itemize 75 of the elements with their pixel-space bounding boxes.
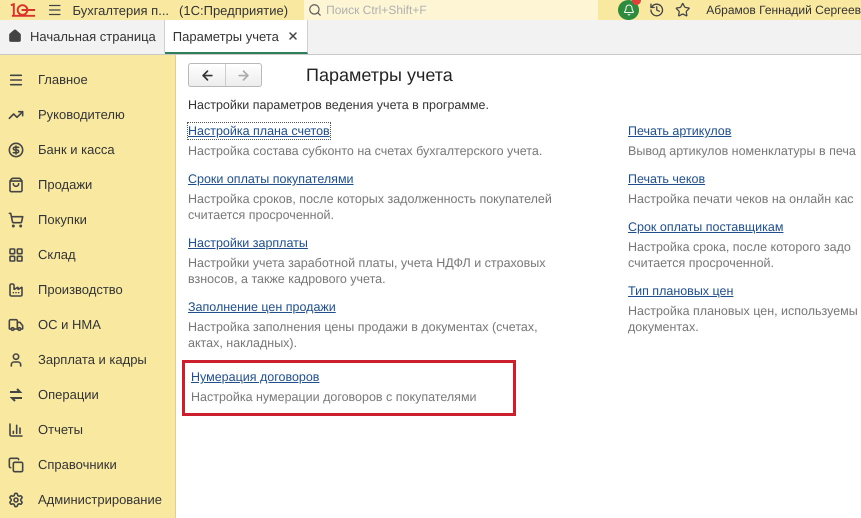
setting-description: Настройка срока, после которого задо считается просроченной.: [628, 239, 851, 271]
logo-icon: [8, 2, 37, 18]
setting-description: Вывод артикулов номенклатуры в печа: [628, 143, 856, 159]
setting-description: Настройка состава субконто на счетах бухгалтерского учета.: [188, 143, 542, 159]
stack-icon: [8, 456, 24, 472]
sidebar-item[interactable]: Справочники: [0, 447, 175, 482]
setting-link[interactable]: Нумерация договоров: [191, 369, 320, 385]
setting-description: Настройка сроков, после которых задолженность покупателей считается просроченной.: [188, 191, 552, 223]
setting-description: Настройка печати чеков на онлайн кас: [628, 191, 854, 207]
menu-icon: [8, 72, 24, 88]
sidebar-label: Продажи: [38, 177, 92, 192]
person-icon: [8, 352, 24, 368]
bar-chart-icon: [8, 422, 24, 438]
sidebar-label: Руководителю: [38, 107, 125, 122]
history-icon[interactable]: [649, 2, 665, 18]
sidebar-label: Покупки: [38, 212, 87, 227]
tab-label: Параметры учета: [172, 28, 279, 44]
sidebar-label: Банк и касса: [38, 142, 115, 157]
setting-link[interactable]: Настройка плана счетов: [188, 123, 330, 139]
tab[interactable]: Параметры учета: [164, 20, 308, 54]
tab[interactable]: Начальная страница: [0, 20, 165, 54]
setting-link[interactable]: Заполнение цен продажи: [188, 299, 336, 315]
sidebar-item[interactable]: Покупки: [0, 202, 175, 237]
grid-icon: [8, 246, 24, 262]
cart-icon: [8, 212, 24, 228]
star-icon[interactable]: [674, 2, 690, 18]
app-title: Бухгалтерия п...: [72, 2, 170, 18]
setting-link[interactable]: Срок оплаты поставщикам: [628, 219, 784, 235]
user-name[interactable]: Абрамов Геннадий Сергеев: [706, 3, 861, 17]
sidebar-label: ОС и НМА: [38, 317, 101, 332]
sidebar-item[interactable]: Зарплата и кадры: [0, 342, 175, 377]
home-icon: [8, 29, 22, 43]
search-icon: [308, 3, 322, 17]
sidebar-label: Отчеты: [38, 422, 83, 437]
sidebar-item[interactable]: Отчеты: [0, 412, 175, 447]
sidebar-item[interactable]: Руководителю: [0, 97, 175, 132]
setting-description: Настройки учета заработной платы, учета НДФЛ и страховых взносов, а также кадрового учета.: [188, 255, 546, 287]
sidebar-label: Главное: [38, 72, 88, 87]
sidebar-item[interactable]: Главное: [0, 62, 175, 97]
sidebar-item[interactable]: Производство: [0, 272, 175, 307]
tab-label: Начальная страница: [30, 28, 156, 44]
sidebar-label: Справочники: [38, 457, 117, 472]
sidebar-item[interactable]: ОС и НМА: [0, 307, 175, 342]
sidebar-item[interactable]: Склад: [0, 237, 175, 272]
coin-icon: [8, 142, 24, 158]
sidebar-label: Производство: [38, 282, 123, 297]
page-description: Настройки параметров ведения учета в программе.: [188, 98, 490, 112]
bell-icon[interactable]: [618, 0, 640, 20]
setting-link[interactable]: Настройки зарплаты: [188, 235, 308, 251]
sidebar-label: Зарплата и кадры: [38, 352, 147, 367]
menu-icon[interactable]: [47, 2, 62, 18]
search-field[interactable]: Поиск Ctrl+Shift+F: [304, 0, 598, 20]
transfer-icon: [8, 386, 24, 402]
truck-icon: [8, 316, 24, 332]
settings-icon: [8, 492, 24, 508]
setting-link[interactable]: Печать артикулов: [628, 123, 732, 139]
sidebar-label: Администрирование: [38, 492, 162, 507]
right-arrow-icon: [236, 68, 251, 82]
sidebar-label: Склад: [38, 247, 76, 262]
app-subtitle: (1С:Предприятие): [179, 2, 288, 18]
setting-link[interactable]: Печать чеков: [628, 171, 706, 187]
setting-link[interactable]: Тип плановых цен: [628, 283, 734, 299]
setting-link[interactable]: Сроки оплаты покупателями: [188, 171, 354, 187]
sidebar-label: Операции: [38, 387, 99, 402]
sidebar-item[interactable]: Банк и касса: [0, 132, 175, 167]
close-icon[interactable]: [286, 30, 299, 42]
sidebar-item[interactable]: Администрирование: [0, 482, 175, 517]
page-title: Параметры учета: [306, 64, 453, 86]
factory-icon: [8, 282, 24, 298]
sidebar-item[interactable]: Операции: [0, 377, 175, 412]
sidebar-item[interactable]: Продажи: [0, 167, 175, 202]
setting-description: Настройка заполнения цены продажи в документах (счетах, актах, накладных).: [188, 319, 538, 351]
bag-icon: [8, 176, 24, 192]
setting-description: Настройка нумерации договоров с покупателями: [191, 389, 477, 405]
setting-description: Настройка плановых цен, используемы документах.: [628, 303, 858, 335]
